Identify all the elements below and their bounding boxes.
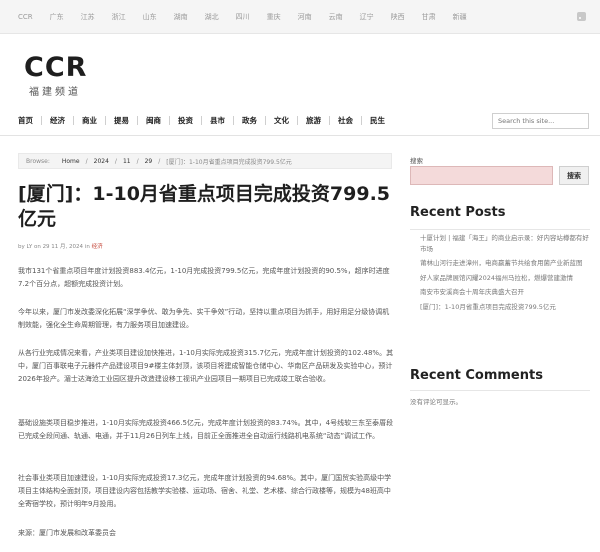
breadcrumb-year-link[interactable]: 2024: [94, 158, 109, 165]
region-link[interactable]: 湖北: [205, 12, 219, 22]
top-region-bar: CCR 广东 江苏 浙江 山东 湖南 湖北 四川 重庆 河南 云南 辽宁 陕西 …: [0, 0, 600, 34]
nav-item-trade[interactable]: 提易: [114, 115, 129, 126]
nav-item-government[interactable]: 政务: [242, 115, 257, 126]
sidebar-search-input[interactable]: [410, 166, 553, 185]
nav-item-culture[interactable]: 文化: [274, 115, 289, 126]
meta-author[interactable]: LY: [27, 244, 33, 250]
nav-item-livelihood[interactable]: 民生: [370, 115, 385, 126]
breadcrumb-month-link[interactable]: 11: [123, 158, 131, 165]
site-search-input[interactable]: [492, 113, 589, 129]
nav-divider: [297, 115, 298, 125]
nav-item-business[interactable]: 商业: [82, 115, 97, 126]
breadcrumb-day-link[interactable]: 29: [145, 158, 153, 165]
nav-divider: [201, 115, 202, 125]
nav-divider: [105, 115, 106, 125]
recent-post-link[interactable]: 十厦计划 | 福建「海王」的商业启示录：好内容站樽都有好市场: [420, 233, 590, 254]
meta-on: on: [33, 244, 41, 250]
region-link[interactable]: CCR: [18, 13, 33, 21]
breadcrumb-separator: /: [114, 157, 117, 165]
recent-posts-heading: Recent Posts: [410, 205, 506, 220]
article-meta: by LY on 29 11 月, 2024 in 经济: [18, 242, 103, 250]
region-link[interactable]: 辽宁: [360, 12, 374, 22]
nav-item-counties[interactable]: 县市: [210, 115, 225, 126]
article-paragraph: 从各行业完成情况来看，产业类项目建设加快推进，1-10月实际完成投资315.7亿…: [18, 349, 394, 383]
region-link[interactable]: 陕西: [391, 12, 405, 22]
meta-category-link[interactable]: 经济: [92, 244, 103, 250]
divider: [410, 390, 590, 391]
breadcrumb-current: [厦门]：1-10月省重点项目完成投资799.5亿元: [166, 158, 292, 166]
nav-item-investment[interactable]: 投资: [178, 115, 193, 126]
article-source: 来源：厦门市发展和改革委员会: [18, 529, 116, 537]
region-link[interactable]: 江苏: [81, 12, 95, 22]
nav-item-fujian-business[interactable]: 闽商: [146, 115, 161, 126]
region-link[interactable]: 云南: [329, 12, 343, 22]
nav-divider: [73, 115, 74, 125]
nav-divider: [41, 115, 42, 125]
breadcrumb-prefix: Browse:: [26, 157, 50, 165]
recent-post-link[interactable]: 莆林山河行走进漳州，电商赢蓄节共绘食用菌产业新蓝图: [420, 258, 590, 269]
region-link[interactable]: 四川: [236, 12, 250, 22]
article-paragraph: 基础设施类项目稳步推进，1-10月实际完成投资466.5亿元，完成年度计划投资的…: [18, 419, 394, 440]
sidebar-search-button[interactable]: 搜索: [559, 166, 589, 185]
meta-date: 29 11 月, 2024: [42, 244, 84, 250]
recent-post-link[interactable]: 南安市安溪商会十周年庆典盛大召开: [420, 287, 590, 298]
nav-item-travel[interactable]: 旅游: [306, 115, 321, 126]
region-link[interactable]: 广东: [50, 12, 64, 22]
region-links: CCR 广东 江苏 浙江 山东 湖南 湖北 四川 重庆 河南 云南 辽宁 陕西 …: [18, 0, 484, 34]
region-link[interactable]: 山东: [143, 12, 157, 22]
recent-post-link[interactable]: [厦门]：1-10月省重点项目完成投资799.5亿元: [420, 302, 590, 313]
article-paragraph: 社会事业类项目加速建设，1-10月实际完成投资17.3亿元，完成年度计划投资的9…: [18, 474, 392, 508]
rss-icon[interactable]: [577, 12, 586, 21]
nav-divider: [233, 115, 234, 125]
article-paragraph: 我市131个省重点项目年度计划投资883.4亿元，1-10月完成投资799.5亿…: [18, 267, 390, 288]
breadcrumb-home-link[interactable]: Home: [62, 158, 80, 165]
nav-divider: [361, 115, 362, 125]
recent-posts-list: 十厦计划 | 福建「海王」的商业启示录：好内容站樽都有好市场 莆林山河行走进漳州…: [420, 233, 590, 316]
nav-item-economy[interactable]: 经济: [50, 115, 65, 126]
article-paragraph: 今年以来，厦门市发改委深化拓展“深学争优、敢为争先、实干争效”行动，坚持以重点项…: [18, 308, 390, 329]
region-link[interactable]: 重庆: [267, 12, 281, 22]
breadcrumb-separator: /: [136, 157, 139, 165]
nav-divider: [265, 115, 266, 125]
region-link[interactable]: 湖南: [174, 12, 188, 22]
region-link[interactable]: 河南: [298, 12, 312, 22]
article-title: [厦门]：1-10月省重点项目完成投资799.5亿元: [18, 183, 391, 230]
region-link[interactable]: 甘肃: [422, 12, 436, 22]
site-logo[interactable]: CCR: [24, 52, 87, 83]
recent-comments-heading: Recent Comments: [410, 368, 543, 383]
region-link[interactable]: 浙江: [112, 12, 126, 22]
meta-in: in: [84, 244, 90, 250]
recent-post-link[interactable]: 好人家品牌展馆闪耀2024福州马拉松，燃爆营建激情: [420, 273, 590, 284]
nav-items: 首页 经济 商业 提易 闽商 投资 县市 政务 文化 旅游 社会 民生: [18, 106, 385, 134]
sidebar-search-label: 搜索: [410, 157, 423, 165]
meta-by: by: [18, 244, 25, 250]
nav-divider: [169, 115, 170, 125]
nav-item-home[interactable]: 首页: [18, 115, 33, 126]
breadcrumb-separator: /: [85, 157, 88, 165]
nav-item-society[interactable]: 社会: [338, 115, 353, 126]
breadcrumb: Browse: Home / 2024 / 11 / 29 / [厦门]：1-1…: [18, 153, 392, 169]
divider: [410, 229, 590, 230]
no-comments-text: 没有评论可显示。: [410, 398, 462, 406]
site-logo-subtitle: 福建频道: [29, 87, 81, 98]
nav-divider: [137, 115, 138, 125]
nav-divider: [329, 115, 330, 125]
region-link[interactable]: 新疆: [453, 12, 467, 22]
breadcrumb-separator: /: [158, 157, 161, 165]
